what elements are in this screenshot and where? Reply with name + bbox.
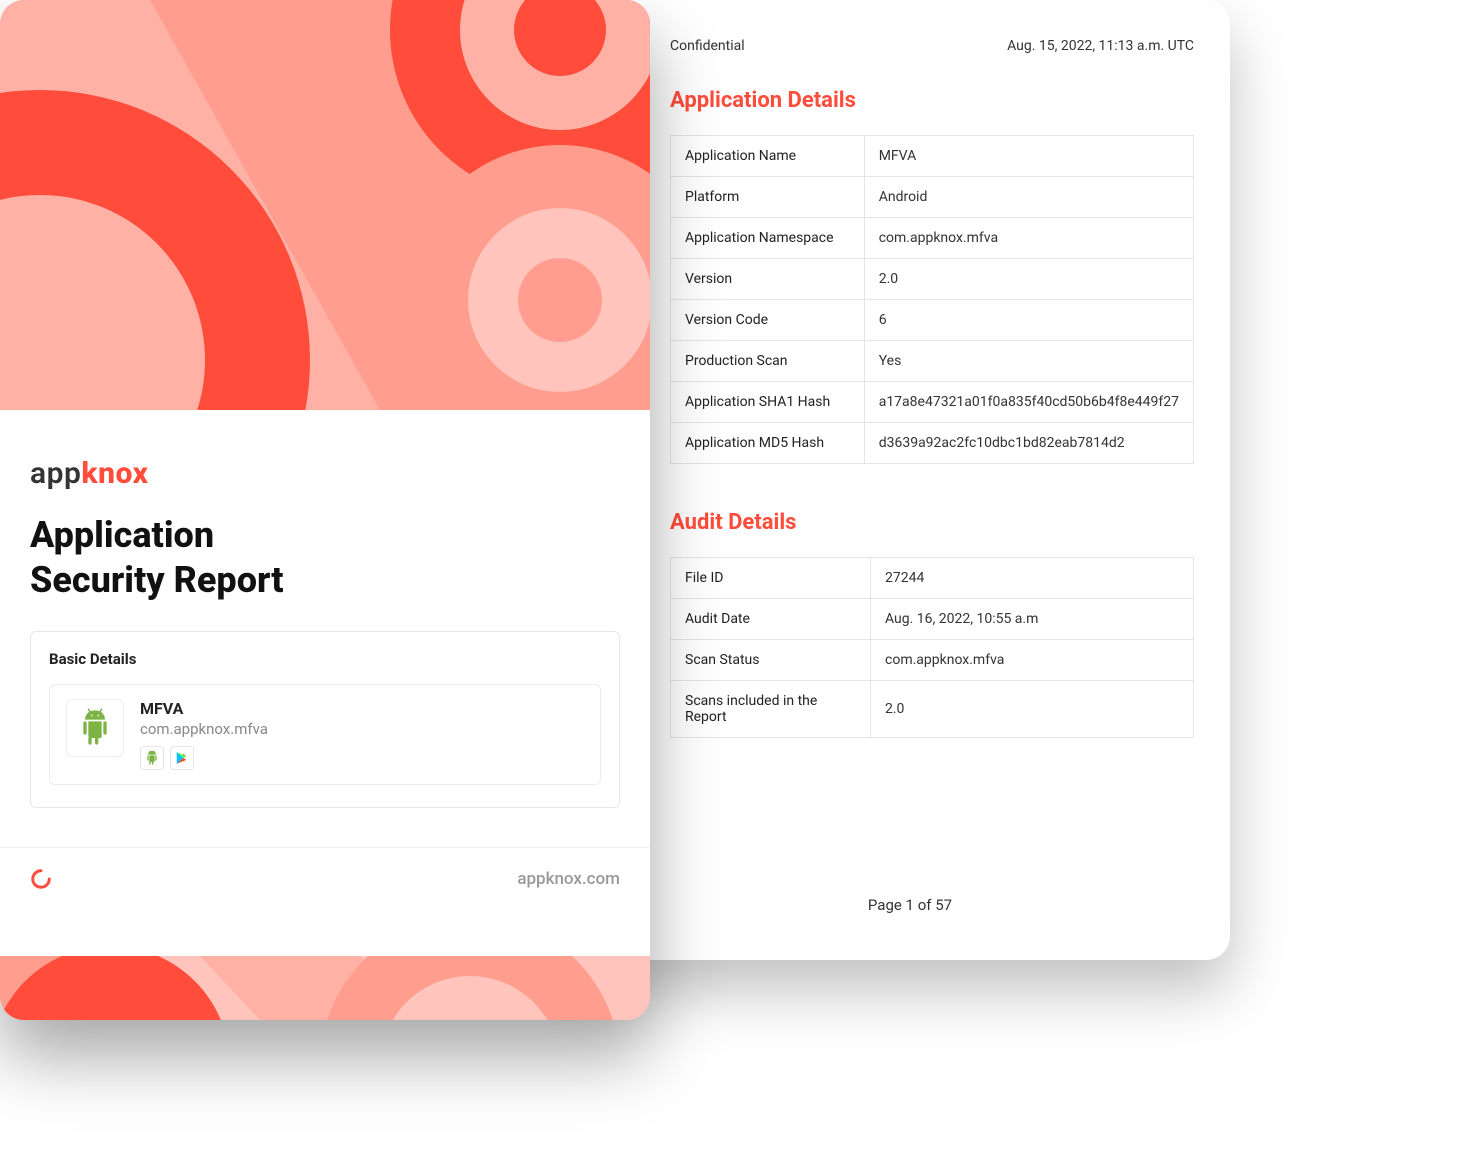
application-details-heading: Application Details	[670, 88, 1194, 113]
detail-value: 27244	[871, 558, 1194, 599]
app-summary-card: MFVA com.appknox.mfva	[49, 684, 601, 785]
app-info: MFVA com.appknox.mfva	[140, 699, 268, 770]
cover-footer: appknox.com	[0, 847, 650, 890]
confidential-label: Confidential	[670, 38, 745, 54]
report-title-line1: Application	[30, 514, 214, 556]
detail-label: Audit Date	[671, 599, 871, 640]
detail-value: Aug. 16, 2022, 10:55 a.m	[871, 599, 1194, 640]
app-platform-icon-box	[66, 699, 124, 757]
table-row: Production ScanYes	[671, 341, 1194, 382]
detail-label: Application SHA1 Hash	[671, 382, 865, 423]
detail-value: com.appknox.mfva	[871, 640, 1194, 681]
app-name: MFVA	[140, 699, 268, 718]
detail-label: Scans included in the Report	[671, 681, 871, 738]
detail-label: Application MD5 Hash	[671, 423, 865, 464]
table-row: File ID27244	[671, 558, 1194, 599]
table-row: Version Code6	[671, 300, 1194, 341]
play-store-icon	[175, 751, 189, 765]
appknox-logo: appknox	[30, 456, 620, 491]
table-row: Audit DateAug. 16, 2022, 10:55 a.m	[671, 599, 1194, 640]
report-details-page: Confidential Aug. 15, 2022, 11:13 a.m. U…	[590, 0, 1230, 960]
table-row: Scan Statuscom.appknox.mfva	[671, 640, 1194, 681]
cover-hero-graphic	[0, 0, 650, 410]
report-title-line2: Security Report	[30, 559, 284, 601]
detail-value: 2.0	[871, 681, 1194, 738]
detail-value: MFVA	[864, 136, 1193, 177]
logo-text-plain: app	[30, 456, 81, 491]
detail-label: Version	[671, 259, 865, 300]
basic-details-card: Basic Details MFVA com.appknox.mfva	[30, 631, 620, 808]
android-icon	[144, 750, 160, 766]
table-row: Scans included in the Report2.0	[671, 681, 1194, 738]
detail-label: File ID	[671, 558, 871, 599]
basic-details-title: Basic Details	[49, 650, 601, 668]
table-row: Application Namespacecom.appknox.mfva	[671, 218, 1194, 259]
footer-domain: appknox.com	[517, 869, 620, 889]
table-row: Version2.0	[671, 259, 1194, 300]
audit-details-heading: Audit Details	[670, 510, 1194, 535]
app-namespace: com.appknox.mfva	[140, 720, 268, 738]
android-badge	[140, 746, 164, 770]
table-row: Application MD5 Hashd3639a92ac2fc10dbc1b…	[671, 423, 1194, 464]
sigma-icon	[30, 868, 52, 890]
detail-value: a17a8e47321a01f0a835f40cd50b6b4f8e449f27	[864, 382, 1193, 423]
detail-label: Application Name	[671, 136, 865, 177]
table-row: Application NameMFVA	[671, 136, 1194, 177]
detail-value: Android	[864, 177, 1193, 218]
detail-value: 6	[864, 300, 1193, 341]
detail-label: Scan Status	[671, 640, 871, 681]
detail-label: Version Code	[671, 300, 865, 341]
report-title: Application Security Report	[30, 513, 620, 603]
detail-value: com.appknox.mfva	[864, 218, 1193, 259]
play-store-badge	[170, 746, 194, 770]
audit-details-table: File ID27244Audit DateAug. 16, 2022, 10:…	[670, 557, 1194, 738]
android-icon	[75, 708, 115, 748]
logo-text-accent: knox	[81, 456, 148, 491]
report-cover-page: appknox Application Security Report Basi…	[0, 0, 650, 1020]
page-indicator: Page 1 of 57	[590, 896, 1230, 914]
detail-value: Yes	[864, 341, 1193, 382]
detail-value: d3639a92ac2fc10dbc1bd82eab7814d2	[864, 423, 1193, 464]
table-row: PlatformAndroid	[671, 177, 1194, 218]
table-row: Application SHA1 Hasha17a8e47321a01f0a83…	[671, 382, 1194, 423]
page-header: Confidential Aug. 15, 2022, 11:13 a.m. U…	[670, 38, 1194, 54]
detail-value: 2.0	[864, 259, 1193, 300]
detail-label: Platform	[671, 177, 865, 218]
report-timestamp: Aug. 15, 2022, 11:13 a.m. UTC	[1007, 38, 1194, 54]
store-badges	[140, 746, 268, 770]
cover-footer-graphic	[0, 956, 650, 1020]
detail-label: Production Scan	[671, 341, 865, 382]
detail-label: Application Namespace	[671, 218, 865, 259]
application-details-table: Application NameMFVAPlatformAndroidAppli…	[670, 135, 1194, 464]
